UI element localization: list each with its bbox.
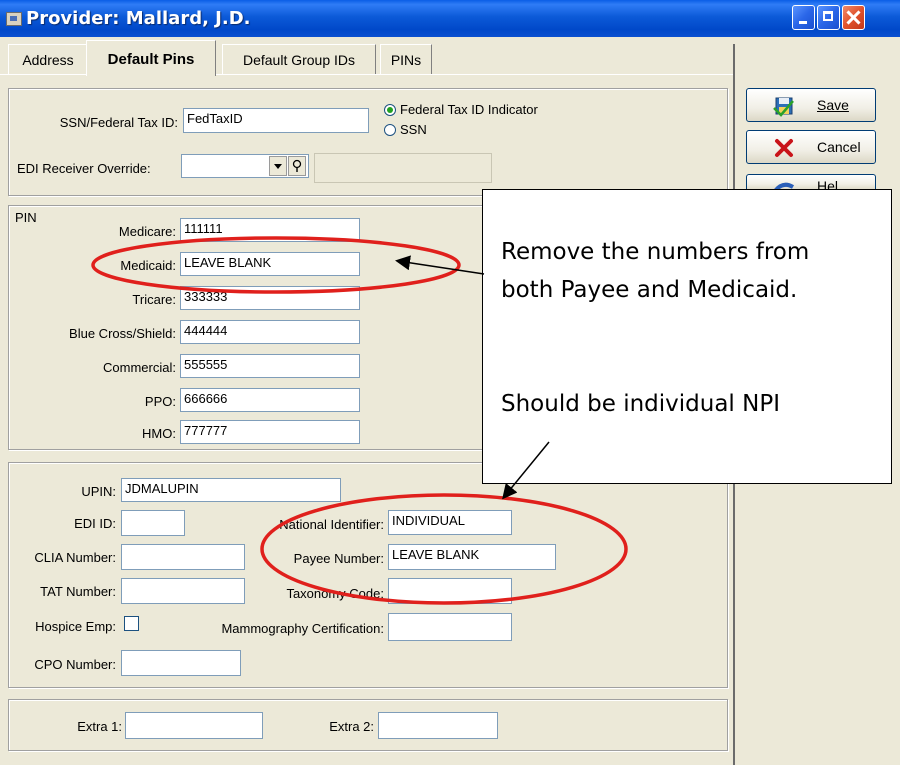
medicaid-ellipse xyxy=(91,236,461,294)
payee-ellipse xyxy=(260,493,628,605)
payee-arrow xyxy=(502,441,550,500)
annotation-overlay xyxy=(91,236,628,605)
medicaid-arrow xyxy=(395,255,485,275)
